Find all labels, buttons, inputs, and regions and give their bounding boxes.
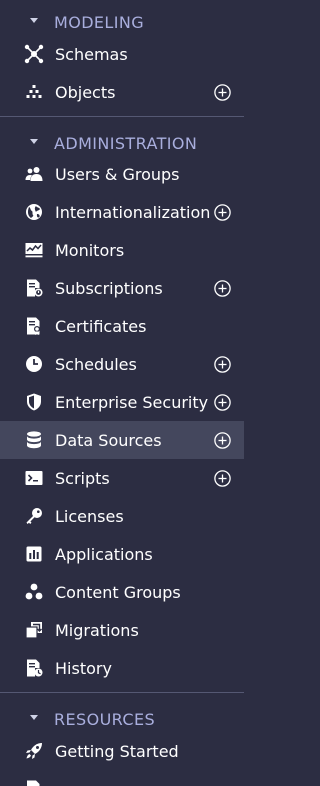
sidebar-item-objects[interactable]: Objects <box>0 73 244 111</box>
section-header-modeling[interactable]: MODELING <box>0 9 244 35</box>
rocket-icon <box>24 741 44 761</box>
objects-icon <box>24 82 44 102</box>
add-schedule-button[interactable] <box>214 355 231 373</box>
sidebar-item-label: History <box>55 658 112 678</box>
section-header-administration[interactable]: ADMINISTRATION <box>0 130 244 156</box>
sidebar-item-getting-started[interactable]: Getting Started <box>0 732 244 770</box>
clock-icon <box>24 354 44 374</box>
sidebar-item-label: Scripts <box>55 468 110 488</box>
sidebar-item-label: Schemas <box>55 44 128 64</box>
add-data-source-button[interactable] <box>214 431 231 449</box>
applications-icon <box>24 544 44 564</box>
sidebar-item-label: Internationalization <box>55 202 211 222</box>
sidebar-item-data-sources[interactable]: Data Sources <box>0 421 244 459</box>
sidebar-item-applications[interactable]: Applications <box>0 535 244 573</box>
sidebar-item-schemas[interactable]: Schemas <box>0 35 244 73</box>
sidebar-item-label: Migrations <box>55 620 139 640</box>
shield-icon <box>24 392 44 412</box>
sidebar-item-licenses[interactable]: Licenses <box>0 497 244 535</box>
section-divider <box>0 116 244 117</box>
users-icon <box>24 164 44 184</box>
sidebar-item-label: Schedules <box>55 354 137 374</box>
plus-circle-icon <box>214 279 231 297</box>
sidebar-item-certificates[interactable]: Certificates <box>0 307 244 345</box>
schema-icon <box>24 44 44 64</box>
caret-down-icon <box>30 139 38 144</box>
globe-icon <box>24 202 44 222</box>
section-title: RESOURCES <box>54 709 156 729</box>
certificate-icon <box>24 316 44 336</box>
sidebar-item-schedules[interactable]: Schedules <box>0 345 244 383</box>
plus-circle-icon <box>214 203 231 221</box>
add-internationalization-button[interactable] <box>214 203 231 221</box>
terminal-icon <box>24 468 44 488</box>
sidebar-item-label: Subscriptions <box>55 278 163 298</box>
sidebar-item-label: Getting Started <box>55 741 179 761</box>
sidebar-item-label: Data Sources <box>55 430 162 450</box>
sidebar-item-migrations[interactable]: Migrations <box>0 611 244 649</box>
sidebar-item-label: Enterprise Security <box>55 392 209 412</box>
sidebar-item-label: Certificates <box>55 316 147 336</box>
caret-down-icon <box>30 715 38 720</box>
add-script-button[interactable] <box>214 469 231 487</box>
sidebar-item-partial[interactable] <box>0 770 244 786</box>
sidebar-item-history[interactable]: History <box>0 649 244 687</box>
add-subscription-button[interactable] <box>214 279 231 297</box>
sidebar-item-users-groups[interactable]: Users & Groups <box>0 155 244 193</box>
plus-circle-icon <box>214 83 231 101</box>
sidebar-item-label: Monitors <box>55 240 125 260</box>
migrations-icon <box>24 620 44 640</box>
sidebar-item-label: Applications <box>55 544 153 564</box>
plus-circle-icon <box>214 469 231 487</box>
sidebar-item-label: Objects <box>55 82 116 102</box>
section-divider <box>0 692 244 693</box>
database-icon <box>24 430 44 450</box>
sidebar-item-label: Licenses <box>55 506 124 526</box>
monitor-icon <box>24 240 44 260</box>
key-icon <box>24 506 44 526</box>
caret-down-icon <box>30 18 38 23</box>
plus-circle-icon <box>214 431 231 449</box>
sidebar-item-label: Users & Groups <box>55 164 180 184</box>
plus-circle-icon <box>214 355 231 373</box>
sidebar-item-content-groups[interactable]: Content Groups <box>0 573 244 611</box>
sidebar-item-subscriptions[interactable]: Subscriptions <box>0 269 244 307</box>
add-object-button[interactable] <box>214 83 231 101</box>
subscription-icon <box>24 278 44 298</box>
sidebar-item-monitors[interactable]: Monitors <box>0 231 244 269</box>
sidebar-item-internationalization[interactable]: Internationalization <box>0 193 244 231</box>
sidebar-item-label: Content Groups <box>55 582 181 602</box>
document-icon <box>24 779 44 786</box>
navigation-sidebar: MODELING Schemas Objects ADMINISTRATION … <box>0 0 244 786</box>
history-icon <box>24 658 44 678</box>
section-title: ADMINISTRATION <box>54 133 198 153</box>
sidebar-item-scripts[interactable]: Scripts <box>0 459 244 497</box>
section-title: MODELING <box>54 12 145 32</box>
plus-circle-icon <box>214 393 231 411</box>
add-enterprise-security-button[interactable] <box>214 393 231 411</box>
content-groups-icon <box>24 582 44 602</box>
sidebar-item-enterprise-security[interactable]: Enterprise Security <box>0 383 244 421</box>
section-header-resources[interactable]: RESOURCES <box>0 706 244 732</box>
